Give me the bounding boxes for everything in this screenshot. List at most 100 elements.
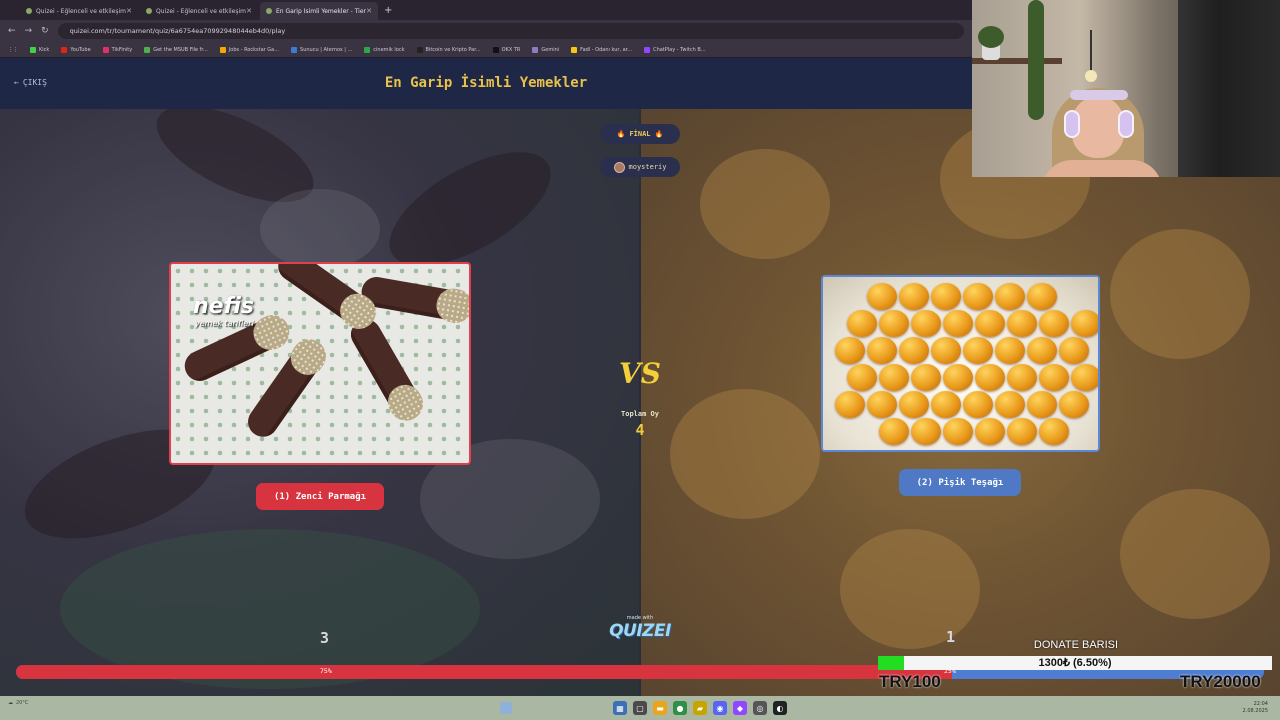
- file-explorer-icon[interactable]: ▬: [653, 701, 667, 715]
- bookmark-tikfinity[interactable]: TikFinity: [102, 46, 132, 53]
- option1-vote-button[interactable]: (1) Zenci Parmağı: [256, 483, 384, 510]
- streamer-headband: [1070, 90, 1128, 100]
- dough-ball: [931, 337, 961, 364]
- dough-ball: [867, 337, 897, 364]
- clock-date: 2.08.2025: [1242, 708, 1268, 714]
- total-votes-count: 4: [635, 421, 645, 439]
- quizei-favicon-icon: [26, 8, 32, 14]
- dough-ball: [1039, 364, 1069, 391]
- bitcoin-icon: [416, 46, 423, 53]
- forward-arrow-icon[interactable]: →: [25, 26, 33, 36]
- bookmark-msub[interactable]: Get the MSUB File fr...: [144, 46, 208, 53]
- search-icon[interactable]: [500, 702, 512, 714]
- bookmark-youtube[interactable]: YouTube: [61, 46, 91, 53]
- reload-icon[interactable]: ↻: [41, 26, 49, 36]
- url-input[interactable]: quizei.com/tr/tournament/quiz/6a6754ea70…: [57, 23, 964, 39]
- streamer-body: [1042, 160, 1162, 177]
- bookmark-kick[interactable]: Kick: [30, 46, 49, 53]
- cinemik-icon: [364, 46, 371, 53]
- bookmark-rockstar[interactable]: Jobs - Rockstar Ga...: [219, 46, 279, 53]
- dough-ball: [1027, 283, 1057, 310]
- dough-ball: [995, 391, 1025, 418]
- headset-right-icon: [1118, 110, 1134, 138]
- dough-ball: [943, 310, 973, 337]
- task-view-icon[interactable]: ▢: [633, 701, 647, 715]
- dough-ball: [1007, 310, 1037, 337]
- username: moysteriy: [628, 163, 667, 171]
- close-tab-icon[interactable]: ✕: [366, 7, 372, 15]
- os-taskbar: ☁ 20°C ▦ ▢ ▬ ● ▰ ◉ ◆ ◎ ◐ 22:04 2.08.2025: [0, 696, 1280, 720]
- dough-ball: [931, 283, 961, 310]
- back-arrow-icon[interactable]: ←: [8, 26, 16, 36]
- match-arena: 🔥 FİNAL 🔥 moysteriy nefis yemek tarifler…: [0, 109, 1280, 696]
- dough-ball: [1039, 418, 1069, 445]
- bookmark-gemini[interactable]: Gemini: [532, 46, 559, 53]
- browser-tab-3-active[interactable]: En Garip İsimli Yemekler - Tier ✕: [260, 2, 378, 20]
- fire-icon: 🔥: [616, 130, 626, 138]
- bookmark-fadl[interactable]: Fadl - Odanı kur, ar...: [571, 46, 632, 53]
- system-clock[interactable]: 22:04 2.08.2025: [1243, 701, 1268, 715]
- option1-image[interactable]: nefis yemek tarifleri: [169, 262, 471, 465]
- apps-grid-icon[interactable]: ⋮⋮: [8, 47, 18, 53]
- dough-ball: [943, 364, 973, 391]
- image-watermark-subtitle: yemek tarifleri: [195, 319, 254, 328]
- close-tab-icon[interactable]: ✕: [126, 7, 132, 15]
- dough-ball: [899, 337, 929, 364]
- dough-ball: [975, 418, 1005, 445]
- discord-icon[interactable]: ◉: [713, 701, 727, 715]
- steam-icon[interactable]: ◐: [773, 701, 787, 715]
- dough-ball: [1059, 337, 1089, 364]
- option1-percent: 75%: [320, 667, 332, 675]
- kick-icon: [30, 46, 36, 53]
- bookmark-chatplay[interactable]: ChatPlay - Twitch B...: [644, 46, 706, 53]
- stage-label: FİNAL: [629, 130, 651, 138]
- youtube-icon: [61, 46, 68, 53]
- bookmarks-bar: ⋮⋮ Kick YouTube TikFinity Get the MSUB F…: [0, 42, 972, 58]
- browser-tab-1[interactable]: Quizei - Eğlenceli ve etkileşimli ✕: [20, 2, 138, 20]
- weather-temp: 20°C: [16, 700, 29, 706]
- option2-score: 1: [946, 628, 956, 646]
- total-votes-label: Toplam Oy: [621, 410, 659, 418]
- bookmark-cinemik[interactable]: cinemik lock: [364, 46, 405, 53]
- avatar: [613, 161, 625, 173]
- option2-image[interactable]: [821, 275, 1100, 452]
- obs-icon[interactable]: ◎: [753, 701, 767, 715]
- dough-ball: [963, 283, 993, 310]
- dough-ball: [835, 337, 865, 364]
- gemini-icon: [532, 46, 539, 53]
- fadl-icon: [571, 46, 578, 53]
- dough-ball: [963, 337, 993, 364]
- msub-icon: [144, 46, 151, 53]
- close-tab-icon[interactable]: ✕: [246, 7, 252, 15]
- dough-ball: [1027, 337, 1057, 364]
- dough-ball: [1007, 418, 1037, 445]
- weather-widget[interactable]: ☁ 20°C: [8, 700, 28, 706]
- bookmark-aternos[interactable]: Sunucu | Aternos | ...: [291, 46, 352, 53]
- rockstar-icon: [219, 46, 226, 53]
- new-tab-button[interactable]: +: [384, 5, 392, 16]
- cloud-icon: ☁: [8, 700, 13, 706]
- bookmark-okx[interactable]: OKX TR: [492, 46, 520, 53]
- option2-vote-button[interactable]: (2) Pişik Teşağı: [899, 469, 1021, 496]
- quizei-logo[interactable]: QUIZEI: [596, 621, 684, 641]
- okx-icon: [492, 46, 499, 53]
- dough-ball: [1059, 391, 1089, 418]
- bookmark-bitcoin[interactable]: Bitcoin ve Kripto Par...: [416, 46, 481, 53]
- curtain: [1178, 0, 1280, 177]
- folder-icon[interactable]: ▰: [693, 701, 707, 715]
- chrome-icon[interactable]: ●: [673, 701, 687, 715]
- user-badge: moysteriy: [600, 157, 680, 177]
- dough-ball: [911, 310, 941, 337]
- twitch-icon[interactable]: ◆: [733, 701, 747, 715]
- browser-tab-2[interactable]: Quizei - Eğlenceli ve etkileşimli ✕: [140, 2, 258, 20]
- start-menu-icon[interactable]: ▦: [613, 701, 627, 715]
- hanging-plant: [1028, 0, 1044, 120]
- tab-label: Quizei - Eğlenceli ve etkileşimli: [36, 7, 127, 15]
- dough-ball: [879, 364, 909, 391]
- fire-icon: 🔥: [654, 130, 664, 138]
- center-divider: [639, 109, 641, 696]
- quizei-favicon-icon: [266, 8, 272, 14]
- dough-ball: [1007, 364, 1037, 391]
- page-title: En Garip İsimli Yemekler: [384, 75, 588, 91]
- tab-label: Quizei - Eğlenceli ve etkileşimli: [156, 7, 247, 15]
